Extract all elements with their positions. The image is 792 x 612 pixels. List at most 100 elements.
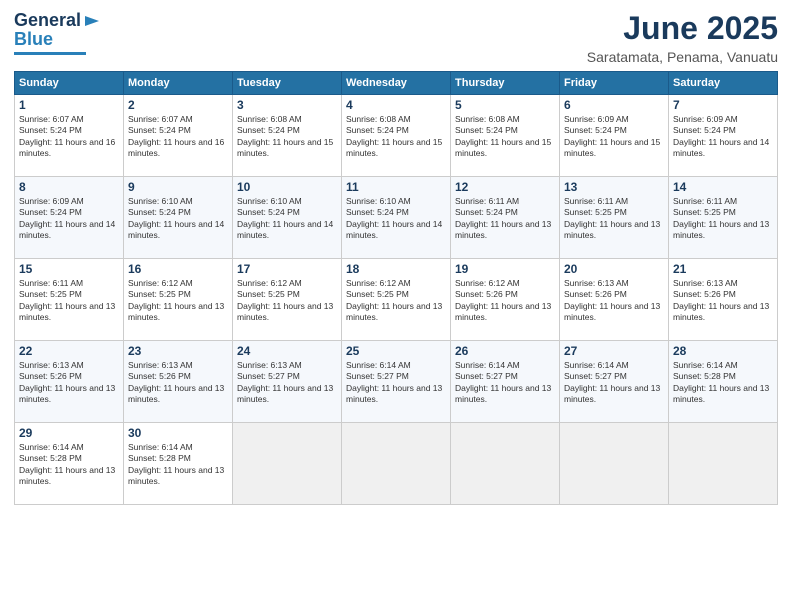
calendar-cell: 13 Sunrise: 6:11 AMSunset: 5:25 PMDayligh…	[560, 177, 669, 259]
calendar-week-row: 22 Sunrise: 6:13 AMSunset: 5:26 PMDayligh…	[15, 341, 778, 423]
cell-info: Sunrise: 6:11 AMSunset: 5:25 PMDaylight:…	[673, 196, 773, 242]
calendar-cell	[669, 423, 778, 505]
calendar-cell: 14Sunrise: 6:11 AMSunset: 5:25 PMDayligh…	[669, 177, 778, 259]
calendar-week-row: 15 Sunrise: 6:11 AMSunset: 5:25 PMDayligh…	[15, 259, 778, 341]
calendar-week-row: 29 Sunrise: 6:14 AMSunset: 5:28 PMDayligh…	[15, 423, 778, 505]
day-number: 7	[673, 98, 773, 112]
calendar-cell: 17Sunrise: 6:12 AMSunset: 5:25 PMDayligh…	[233, 259, 342, 341]
logo-general: General	[14, 10, 81, 31]
day-number: 9	[128, 180, 228, 194]
calendar-cell: 25 Sunrise: 6:14 AMSunset: 5:27 PMDayligh…	[342, 341, 451, 423]
cell-info: Sunrise: 6:11 AMSunset: 5:25 PMDaylight:…	[19, 278, 119, 324]
cell-info: Sunrise: 6:10 AMSunset: 5:24 PMDaylight:…	[346, 196, 446, 242]
page: General Blue June 2025 Saratamata, Penam…	[0, 0, 792, 612]
day-number: 4	[346, 98, 446, 112]
cell-info: Sunrise: 6:14 AMSunset: 5:28 PMDaylight:…	[128, 442, 228, 488]
logo-arrow-icon	[83, 12, 101, 30]
cell-info: Sunrise: 6:13 AMSunset: 5:26 PMDaylight:…	[673, 278, 773, 324]
day-number: 27	[564, 344, 664, 358]
day-number: 19	[455, 262, 555, 276]
logo-underline	[14, 52, 86, 55]
day-number: 18	[346, 262, 446, 276]
cell-info: Sunrise: 6:07 AMSunset: 5:24 PMDaylight:…	[19, 114, 119, 160]
cell-info: Sunrise: 6:14 AMSunset: 5:27 PMDaylight:…	[346, 360, 446, 406]
calendar-cell: 23 Sunrise: 6:13 AMSunset: 5:26 PMDayligh…	[124, 341, 233, 423]
cell-info: Sunrise: 6:14 AMSunset: 5:28 PMDaylight:…	[673, 360, 773, 406]
cell-info: Sunrise: 6:08 AMSunset: 5:24 PMDaylight:…	[455, 114, 555, 160]
calendar-cell	[342, 423, 451, 505]
calendar-cell: 1 Sunrise: 6:07 AMSunset: 5:24 PMDaylight…	[15, 95, 124, 177]
cell-info: Sunrise: 6:09 AMSunset: 5:24 PMDaylight:…	[564, 114, 664, 160]
cell-info: Sunrise: 6:07 AMSunset: 5:24 PMDaylight:…	[128, 114, 228, 160]
cell-info: Sunrise: 6:08 AMSunset: 5:24 PMDaylight:…	[237, 114, 337, 160]
calendar-cell	[451, 423, 560, 505]
cell-info: Sunrise: 6:13 AMSunset: 5:27 PMDaylight:…	[237, 360, 337, 406]
cell-info: Sunrise: 6:09 AMSunset: 5:24 PMDaylight:…	[673, 114, 773, 160]
calendar-cell: 11 Sunrise: 6:10 AMSunset: 5:24 PMDayligh…	[342, 177, 451, 259]
day-number: 11	[346, 180, 446, 194]
calendar-cell: 22 Sunrise: 6:13 AMSunset: 5:26 PMDayligh…	[15, 341, 124, 423]
calendar-cell: 26 Sunrise: 6:14 AMSunset: 5:27 PMDayligh…	[451, 341, 560, 423]
cell-info: Sunrise: 6:13 AMSunset: 5:26 PMDaylight:…	[564, 278, 664, 324]
cell-info: Sunrise: 6:14 AMSunset: 5:27 PMDaylight:…	[455, 360, 555, 406]
day-number: 5	[455, 98, 555, 112]
calendar-header-thursday: Thursday	[451, 72, 560, 95]
day-number: 6	[564, 98, 664, 112]
day-number: 10	[237, 180, 337, 194]
day-number: 29	[19, 426, 119, 440]
cell-info: Sunrise: 6:13 AMSunset: 5:26 PMDaylight:…	[128, 360, 228, 406]
day-number: 15	[19, 262, 119, 276]
calendar-cell	[560, 423, 669, 505]
cell-info: Sunrise: 6:10 AMSunset: 5:24 PMDaylight:…	[128, 196, 228, 242]
header: General Blue June 2025 Saratamata, Penam…	[14, 10, 778, 65]
cell-info: Sunrise: 6:13 AMSunset: 5:26 PMDaylight:…	[19, 360, 119, 406]
day-number: 25	[346, 344, 446, 358]
day-number: 13	[564, 180, 664, 194]
cell-info: Sunrise: 6:08 AMSunset: 5:24 PMDaylight:…	[346, 114, 446, 160]
calendar-cell	[233, 423, 342, 505]
calendar-cell: 19 Sunrise: 6:12 AMSunset: 5:26 PMDayligh…	[451, 259, 560, 341]
calendar-cell: 2 Sunrise: 6:07 AMSunset: 5:24 PMDaylight…	[124, 95, 233, 177]
day-number: 2	[128, 98, 228, 112]
calendar-cell: 24Sunrise: 6:13 AMSunset: 5:27 PMDayligh…	[233, 341, 342, 423]
calendar-cell: 20 Sunrise: 6:13 AMSunset: 5:26 PMDayligh…	[560, 259, 669, 341]
cell-info: Sunrise: 6:11 AMSunset: 5:25 PMDaylight:…	[564, 196, 664, 242]
calendar-cell: 12Sunrise: 6:11 AMSunset: 5:24 PMDayligh…	[451, 177, 560, 259]
title-block: June 2025 Saratamata, Penama, Vanuatu	[587, 10, 778, 65]
cell-info: Sunrise: 6:14 AMSunset: 5:28 PMDaylight:…	[19, 442, 119, 488]
calendar-cell: 5 Sunrise: 6:08 AMSunset: 5:24 PMDaylight…	[451, 95, 560, 177]
calendar-cell: 27 Sunrise: 6:14 AMSunset: 5:27 PMDayligh…	[560, 341, 669, 423]
calendar-header-monday: Monday	[124, 72, 233, 95]
calendar-cell: 7 Sunrise: 6:09 AMSunset: 5:24 PMDaylight…	[669, 95, 778, 177]
cell-info: Sunrise: 6:12 AMSunset: 5:25 PMDaylight:…	[237, 278, 337, 324]
location: Saratamata, Penama, Vanuatu	[587, 49, 778, 65]
day-number: 1	[19, 98, 119, 112]
day-number: 22	[19, 344, 119, 358]
day-number: 20	[564, 262, 664, 276]
cell-info: Sunrise: 6:12 AMSunset: 5:25 PMDaylight:…	[346, 278, 446, 324]
logo-blue: Blue	[14, 29, 53, 50]
calendar-cell: 16Sunrise: 6:12 AMSunset: 5:25 PMDayligh…	[124, 259, 233, 341]
day-number: 3	[237, 98, 337, 112]
day-number: 30	[128, 426, 228, 440]
day-number: 28	[673, 344, 773, 358]
month-title: June 2025	[587, 10, 778, 47]
calendar-cell: 6 Sunrise: 6:09 AMSunset: 5:24 PMDaylight…	[560, 95, 669, 177]
day-number: 21	[673, 262, 773, 276]
calendar-header-saturday: Saturday	[669, 72, 778, 95]
calendar-cell: 3 Sunrise: 6:08 AMSunset: 5:24 PMDaylight…	[233, 95, 342, 177]
calendar-cell: 18 Sunrise: 6:12 AMSunset: 5:25 PMDayligh…	[342, 259, 451, 341]
calendar-header-row: SundayMondayTuesdayWednesdayThursdayFrid…	[15, 72, 778, 95]
calendar-header-sunday: Sunday	[15, 72, 124, 95]
calendar-cell: 9 Sunrise: 6:10 AMSunset: 5:24 PMDaylight…	[124, 177, 233, 259]
cell-info: Sunrise: 6:14 AMSunset: 5:27 PMDaylight:…	[564, 360, 664, 406]
calendar-cell: 10Sunrise: 6:10 AMSunset: 5:24 PMDayligh…	[233, 177, 342, 259]
cell-info: Sunrise: 6:12 AMSunset: 5:25 PMDaylight:…	[128, 278, 228, 324]
calendar-cell: 4 Sunrise: 6:08 AMSunset: 5:24 PMDaylight…	[342, 95, 451, 177]
day-number: 26	[455, 344, 555, 358]
cell-info: Sunrise: 6:12 AMSunset: 5:26 PMDaylight:…	[455, 278, 555, 324]
calendar-cell: 30 Sunrise: 6:14 AMSunset: 5:28 PMDayligh…	[124, 423, 233, 505]
calendar-cell: 21 Sunrise: 6:13 AMSunset: 5:26 PMDayligh…	[669, 259, 778, 341]
calendar-header-friday: Friday	[560, 72, 669, 95]
day-number: 23	[128, 344, 228, 358]
